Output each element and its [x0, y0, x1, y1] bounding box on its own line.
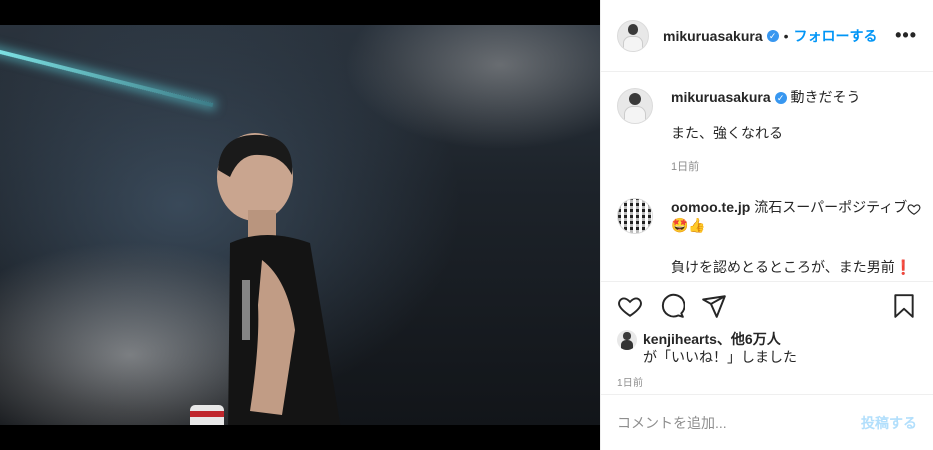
separator-dot: •	[783, 27, 789, 44]
post-time[interactable]: 1日前	[601, 366, 933, 389]
instagram-post: mikuruasakura ✓ • フォローする ••• mikuruasaku…	[0, 0, 933, 450]
stage-light-beam	[0, 45, 214, 108]
caption-text: 動きだそう	[790, 89, 861, 105]
comment-text: 流石スーパーポジティブ	[754, 199, 908, 215]
caption-username[interactable]: mikuruasakura	[671, 89, 771, 105]
comment-input[interactable]	[617, 414, 861, 431]
post-photo[interactable]	[0, 25, 600, 425]
post-comment-button[interactable]: 投稿する	[861, 413, 917, 433]
caption-avatar[interactable]	[617, 88, 653, 124]
comment-emoji: 🤩👍	[671, 217, 706, 233]
caption-extra-text: また、強くなれる	[671, 125, 783, 141]
verified-icon: ✓	[774, 92, 787, 105]
commenter-username[interactable]: oomoo.te.jp	[671, 199, 750, 215]
liker-avatar[interactable]	[617, 330, 637, 350]
fighter-figure	[190, 133, 341, 425]
post-header: mikuruasakura ✓ • フォローする •••	[601, 0, 933, 72]
add-comment-bar: 投稿する	[601, 394, 933, 450]
caption-time[interactable]: 1日前	[671, 158, 917, 174]
likes-users[interactable]: kenjihearts、他6万人	[643, 331, 781, 347]
more-options-icon[interactable]: •••	[895, 25, 917, 46]
comment-text-line2: 負けを認めとるところが、また男前❗	[671, 259, 913, 275]
post-actions	[601, 282, 933, 330]
comment-like-heart-icon[interactable]	[907, 202, 921, 216]
share-icon[interactable]	[701, 293, 727, 319]
comment-item: oomoo.te.jp 流石スーパーポジティブ 🤩👍 負けを認めとるところが、ま…	[617, 198, 921, 276]
header-user: mikuruasakura ✓ • フォローする	[663, 26, 878, 46]
post-media[interactable]	[0, 0, 600, 450]
follow-button[interactable]: フォローする	[794, 26, 878, 46]
likes-summary: kenjihearts、他6万人 が「いいね！」しました	[601, 330, 933, 366]
verified-icon: ✓	[766, 29, 779, 42]
bookmark-icon[interactable]	[891, 293, 917, 319]
likes-suffix: が「いいね！」しました	[643, 349, 797, 365]
comment-icon[interactable]	[659, 293, 685, 319]
comments-list[interactable]: mikuruasakura ✓ 動きだそう また、強くなれる 1日前 oomoo.…	[601, 72, 933, 282]
author-avatar[interactable]	[617, 19, 649, 52]
author-username[interactable]: mikuruasakura	[663, 28, 763, 44]
caption: mikuruasakura ✓ 動きだそう また、強くなれる 1日前	[617, 88, 917, 174]
post-sidebar: mikuruasakura ✓ • フォローする ••• mikuruasaku…	[600, 0, 933, 450]
heart-icon[interactable]	[617, 293, 643, 319]
commenter-avatar[interactable]	[617, 198, 653, 234]
